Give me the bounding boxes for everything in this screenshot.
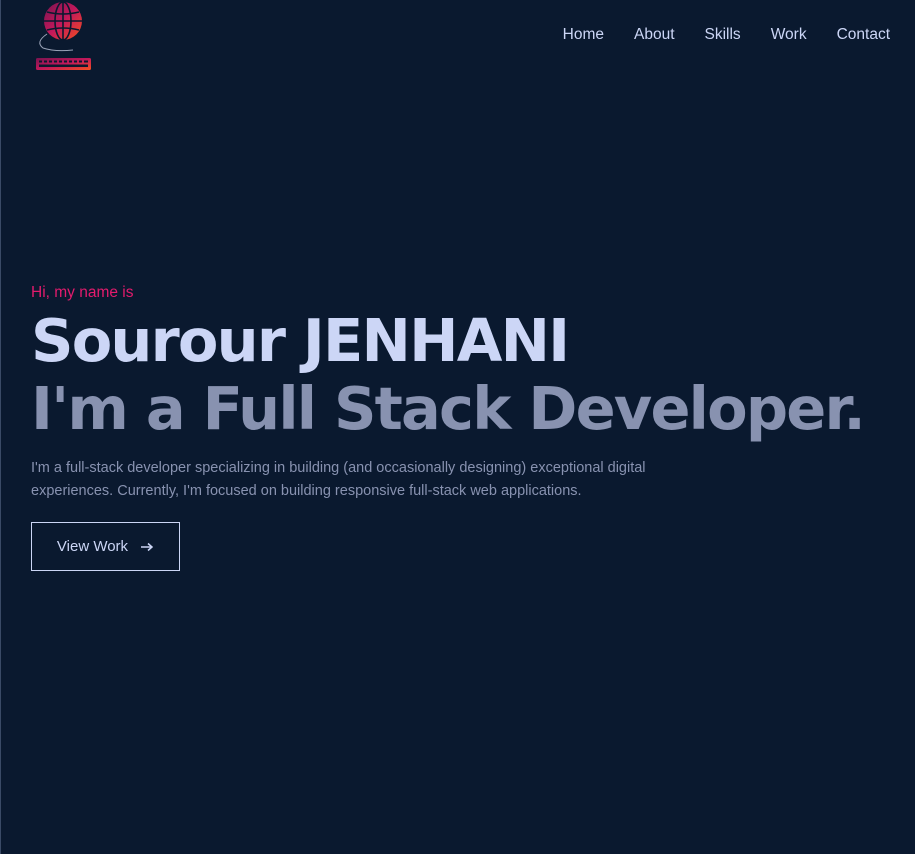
hero-description: I'm a full-stack developer specializing …	[31, 460, 646, 499]
logo[interactable]	[33, 0, 93, 74]
nav-item-work[interactable]: Work	[771, 24, 807, 46]
view-work-label: View Work	[56, 538, 129, 555]
hero-section: Hi, my name is Sourour JENHANI I'm a Ful…	[31, 282, 901, 503]
nav-item-about[interactable]: About	[634, 24, 675, 46]
globe-keyboard-logo-icon	[36, 1, 91, 70]
nav-item-contact[interactable]: Contact	[837, 24, 890, 46]
hero-name: Sourour JENHANI	[31, 306, 570, 375]
hero-role: I'm a Full Stack Developer.	[31, 374, 866, 443]
nav-item-skills[interactable]: Skills	[705, 24, 741, 46]
nav-item-home[interactable]: Home	[563, 24, 604, 46]
view-work-button[interactable]: View Work	[31, 522, 180, 571]
page-left-border	[0, 0, 1, 854]
site-header: Home About Skills Work Contact	[0, 0, 915, 80]
arrow-right-icon	[141, 542, 154, 551]
main-nav: Home About Skills Work Contact	[533, 24, 890, 46]
hero-greeting: Hi, my name is	[31, 284, 134, 301]
